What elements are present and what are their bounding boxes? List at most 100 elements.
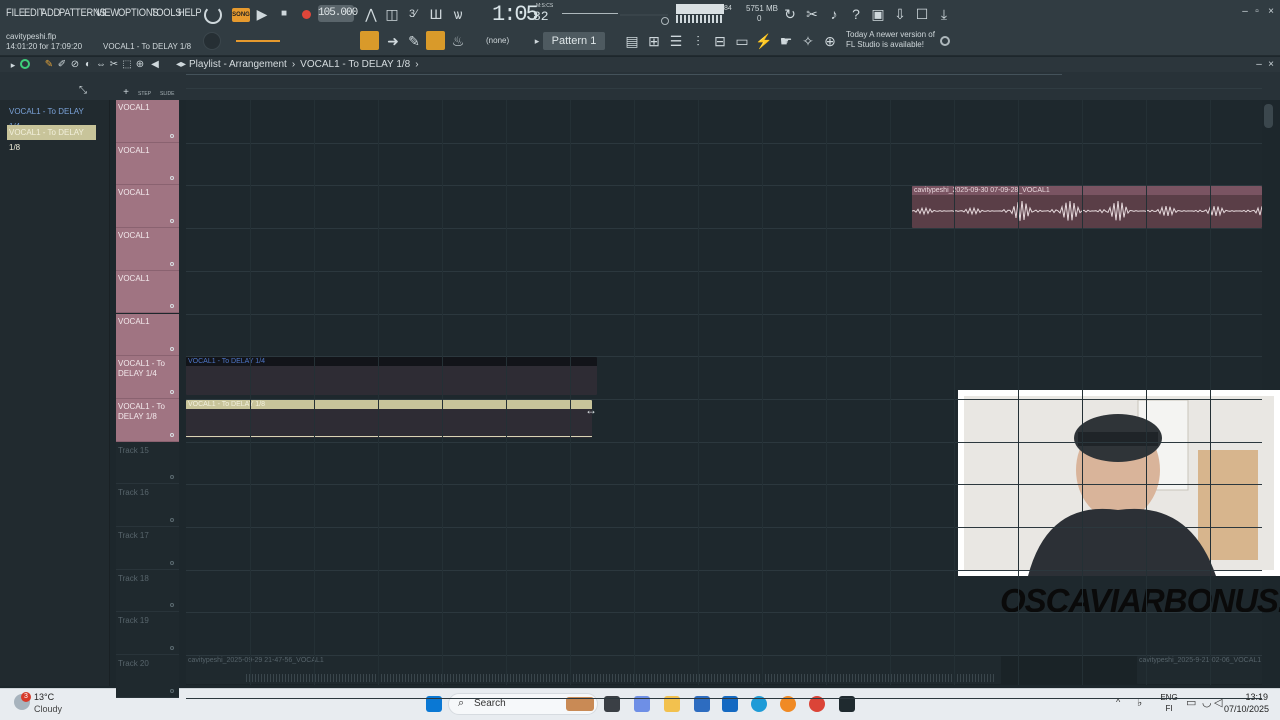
track-led-icon[interactable] <box>170 347 174 352</box>
tempo-display[interactable]: 105.000 <box>318 5 358 22</box>
plugin-icon[interactable]: ⚡ <box>755 32 773 50</box>
track-header[interactable]: VOCAL1 - To DELAY 1/8 <box>116 398 179 442</box>
grid-beat-line <box>1210 100 1211 685</box>
audio-clip-bottom-right[interactable]: cavitypeshi_2025-9-21-02-06_VOCAL1 <box>1137 656 1262 684</box>
track-led-icon[interactable] <box>170 475 174 480</box>
track-led-icon[interactable] <box>170 389 174 394</box>
track-led-icon[interactable] <box>170 517 174 522</box>
timeline-ruler[interactable] <box>186 88 1262 89</box>
horizontal-scrollbar[interactable] <box>186 74 1062 75</box>
track-header[interactable]: VOCAL1 <box>116 100 179 143</box>
menu-tools[interactable]: TOOLS <box>151 7 182 19</box>
track-led-icon[interactable] <box>170 603 174 608</box>
chat-icon[interactable]: ☐ <box>913 5 931 23</box>
stamp-icon[interactable]: ♨ <box>449 32 467 50</box>
pattern-selector[interactable]: Pattern 1 <box>543 32 605 50</box>
menu-file[interactable]: FILE <box>6 7 25 19</box>
track-header[interactable]: VOCAL1 <box>116 270 179 314</box>
draw-icon[interactable]: ✎ <box>405 32 423 50</box>
audio-clip-bottom-left[interactable]: cavitypeshi_2025-09-29 21-47-56_VOCAL1 <box>186 656 1001 684</box>
save-icon[interactable]: ▣ <box>869 5 887 23</box>
picker-tool-icon[interactable]: ⤡ <box>74 82 92 100</box>
shop-icon[interactable]: ⊕ <box>821 32 839 50</box>
master-knob[interactable] <box>203 32 221 50</box>
wait-input-icon[interactable]: ◫ <box>383 5 401 23</box>
track-led-icon[interactable] <box>170 133 174 138</box>
snap-selector[interactable]: (none) <box>486 36 509 45</box>
channel-icon[interactable]: ▭ <box>733 32 751 50</box>
record-icon[interactable] <box>302 10 311 19</box>
track-led-icon[interactable] <box>170 176 174 181</box>
menu-add[interactable]: ADD <box>41 7 60 19</box>
track-header[interactable]: VOCAL1 - To DELAY 1/4 <box>116 356 179 399</box>
download-icon[interactable]: ⤓ <box>935 5 953 23</box>
playlist-icon[interactable]: ▤ <box>623 32 641 50</box>
channel-watermark: OSCAVIARBONUS.COM <box>1000 582 1280 619</box>
track-led-icon[interactable] <box>170 432 174 437</box>
mixer-icon[interactable]: ☰ <box>667 32 685 50</box>
clip-delay-18[interactable]: VOCAL1 - To DELAY 1/8 <box>186 400 592 438</box>
picker-item-delay-14[interactable]: VOCAL1 - To DELAY 1/4 <box>7 104 96 131</box>
play-icon[interactable]: ▶ <box>253 5 271 23</box>
track-led-icon[interactable] <box>170 688 174 693</box>
clip-delay-14[interactable]: VOCAL1 - To DELAY 1/4 <box>186 357 597 395</box>
track-header[interactable]: Track 16 <box>116 484 179 527</box>
microphone-icon[interactable]: ♪ <box>825 5 843 23</box>
menu-view[interactable]: VIEW <box>96 7 119 19</box>
cpu-meter <box>676 4 724 14</box>
master-volume-slider[interactable] <box>562 13 618 14</box>
menu-help[interactable]: HELP <box>178 7 202 19</box>
master-pitch-slider[interactable] <box>620 14 668 16</box>
cut-icon[interactable]: ✂ <box>803 5 821 23</box>
export-icon[interactable]: ⇩ <box>891 5 909 23</box>
countdown-icon[interactable]: 3∕ <box>404 5 422 23</box>
close-icon[interactable]: × <box>1262 3 1280 21</box>
news-line-2: FL Studio is available! <box>846 40 924 49</box>
track-header[interactable]: Track 18 <box>116 569 179 613</box>
song-mode-button[interactable]: SONG <box>232 8 250 22</box>
tools-icon[interactable]: ✧ <box>799 32 817 50</box>
stop-icon[interactable]: ■ <box>275 5 293 23</box>
undo-icon[interactable]: ↻ <box>781 5 799 23</box>
song-time-display[interactable]: 1:05 <box>492 2 539 27</box>
playlist-timeline-bar[interactable] <box>0 72 1280 100</box>
track-led-icon[interactable] <box>170 304 174 309</box>
search-label: Search <box>474 698 506 709</box>
metronome-icon[interactable]: ⋀ <box>362 5 380 23</box>
track-header[interactable]: VOCAL1 <box>116 313 179 357</box>
track-led-icon[interactable] <box>170 646 174 651</box>
track-header[interactable]: VOCAL1 <box>116 228 179 271</box>
pitch-knob[interactable] <box>661 17 669 25</box>
language-indicator[interactable]: ENG FI <box>1160 692 1178 714</box>
help-icon[interactable]: ? <box>847 5 865 23</box>
channel-rack-icon[interactable]: ⊞ <box>645 32 663 50</box>
picker-item-delay-18[interactable]: VOCAL1 - To DELAY 1/8 <box>7 125 96 152</box>
browser-icon[interactable]: ⊟ <box>711 32 729 50</box>
grid-beat-line <box>826 100 827 685</box>
magnet-icon[interactable] <box>20 59 30 69</box>
piano-roll-icon[interactable] <box>360 31 379 50</box>
track-header[interactable]: VOCAL1 <box>116 142 179 186</box>
arrow-right-icon[interactable]: ➜ <box>384 32 402 50</box>
track-led-icon[interactable] <box>170 219 174 224</box>
track-led-icon[interactable] <box>170 560 174 565</box>
track-header[interactable]: Track 17 <box>116 527 179 570</box>
track-header[interactable]: Track 20 <box>116 655 179 698</box>
update-icon[interactable] <box>940 36 950 46</box>
link-icon[interactable] <box>426 31 445 50</box>
track-header[interactable]: Track 15 <box>116 441 179 485</box>
record-mode-icon[interactable] <box>204 6 222 24</box>
track-header[interactable]: Track 19 <box>116 612 179 656</box>
clock-date[interactable]: 07/10/2025 <box>1224 704 1269 714</box>
vertical-scrollbar[interactable] <box>1264 104 1273 128</box>
track-name: VOCAL1 <box>118 231 150 241</box>
news-panel[interactable]: Today A newer version of FL Studio is av… <box>846 30 935 50</box>
touch-icon[interactable]: ☛ <box>777 32 795 50</box>
piano-roll-window-icon[interactable]: ⫶ <box>689 32 707 50</box>
blend-notes-icon[interactable]: ѡ <box>449 5 467 23</box>
track-led-icon[interactable] <box>170 261 174 266</box>
step-edit-icon[interactable]: Ш <box>427 5 445 23</box>
track-header[interactable]: VOCAL1 <box>116 185 179 229</box>
master-level-slider[interactable] <box>236 40 280 42</box>
webcam-feed <box>958 390 1280 576</box>
